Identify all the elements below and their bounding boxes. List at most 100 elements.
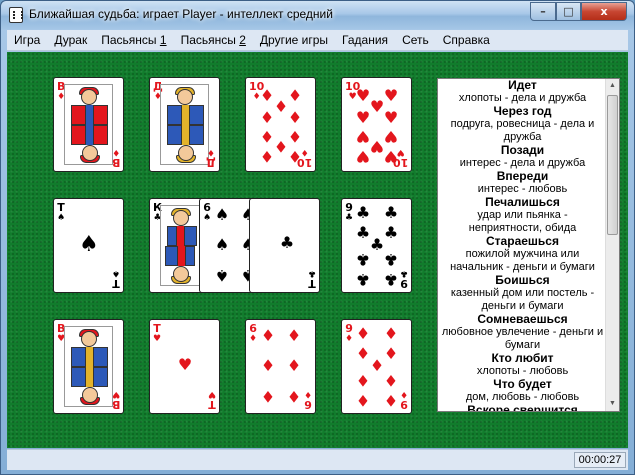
window-title: Ближайшая судьба: играет Player - интелл…: [29, 7, 333, 21]
scroll-thumb[interactable]: [607, 95, 618, 235]
menu-solitaires-1[interactable]: Пасьянсы 1: [94, 33, 173, 47]
game-timer: 00:00:27: [574, 452, 626, 468]
diamond-icon: ♦: [259, 147, 275, 166]
app-window: Ближайшая судьба: играет Player - интелл…: [0, 0, 635, 475]
card-ace-of-spades[interactable]: Т ♠ ♠ Т ♠: [53, 198, 124, 293]
jack-of-hearts-icon: [64, 326, 113, 407]
diamond-icon: ♦: [287, 108, 303, 127]
heart-icon: ♥: [355, 108, 371, 127]
card-corner: 9 ♣: [345, 201, 354, 223]
heart-icon: ♥: [355, 147, 371, 166]
spade-icon: ♠: [214, 235, 230, 254]
diamond-icon: ♦: [355, 371, 371, 390]
card-corner: 6 ♦: [303, 389, 312, 411]
card-ten-of-hearts[interactable]: 10 ♥ ♥ ♥ ♥ ♥ ♥ ♥ ♥ ♥ ♥ ♥ 10 ♥: [341, 77, 412, 172]
card-corner: В ♥: [111, 389, 120, 411]
reading-heading: Стараешься: [486, 234, 559, 248]
club-icon: ♣: [383, 270, 399, 289]
card-jack-of-hearts[interactable]: В ♥ В ♥: [53, 319, 124, 414]
menu-solitaires-2[interactable]: Пасьянсы 2: [174, 33, 253, 47]
reading-heading: Что будет: [493, 377, 552, 391]
menu-fortune-telling[interactable]: Гадания: [335, 33, 395, 47]
reading-heading: Через год: [493, 104, 552, 118]
card-corner: 9 ♣: [399, 268, 408, 290]
reading-text: удар или пьянка - неприятности, обида: [468, 209, 577, 234]
club-icon: ♣: [279, 233, 295, 252]
card-nine-of-clubs[interactable]: 9 ♣ ♣ ♣ ♣ ♣ ♣ ♣ ♣ ♣ ♣ 9 ♣: [341, 198, 412, 293]
club-icon: ♣: [383, 223, 399, 242]
diamond-icon: ♦: [286, 326, 302, 345]
card-queen-of-diamonds[interactable]: Д ♦ Д ♦: [149, 77, 220, 172]
reading-heading: Кто любит: [491, 351, 554, 365]
diamond-icon: ♦: [260, 326, 276, 345]
reading-heading: Печалишься: [485, 195, 560, 209]
card-ten-of-diamonds[interactable]: 10 ♦ ♦ ♦ ♦ ♦ ♦ ♦ ♦ ♦ ♦ ♦ 10 ♦: [245, 77, 316, 172]
diamond-icon: ♦: [287, 86, 303, 105]
card-nine-of-diamonds[interactable]: 9 ♦ ♦ ♦ ♦ ♦ ♦ ♦ ♦ ♦ ♦ 9 ♦: [341, 319, 412, 414]
reading-list: Идет хлопоты - дела и дружба Через год п…: [438, 78, 607, 412]
club-icon: ♣: [383, 203, 399, 222]
reading-heading: Сомневаешься: [477, 312, 568, 326]
reading-panel[interactable]: Идет хлопоты - дела и дружба Через год п…: [437, 78, 620, 412]
spade-icon: ♠: [79, 232, 99, 257]
club-icon: ♣: [355, 203, 371, 222]
jack-of-diamonds-icon: [64, 84, 113, 165]
card-corner: Т ♥: [153, 322, 162, 344]
diamond-icon: ♦: [286, 387, 302, 406]
card-ace-of-hearts[interactable]: Т ♥ ♥ Т ♥: [149, 319, 220, 414]
spade-icon: ♠: [214, 205, 230, 224]
green-table: В ♦ В ♦ Д ♦ Д ♦ 10 ♦ ♦ ♦ ♦ ♦ ♦ ♦ ♦ ♦ ♦ ♦…: [7, 52, 628, 448]
menu-solitaires-2-number: 2: [239, 33, 246, 47]
menu-help[interactable]: Справка: [436, 33, 497, 47]
cards-app-icon[interactable]: [9, 7, 23, 23]
card-jack-of-diamonds[interactable]: В ♦ В ♦: [53, 77, 124, 172]
menu-game-label: Игра: [14, 33, 41, 47]
card-corner: 6♠: [203, 201, 212, 223]
reading-text: подруга, ровесница - дела и дружба: [450, 118, 595, 143]
heart-icon: ♥: [383, 127, 399, 146]
menu-solitaires-1-label: Пасьянсы: [101, 33, 157, 47]
reading-heading: Идет: [508, 78, 537, 92]
menu-help-label: Справка: [442, 33, 490, 47]
close-button[interactable]: x: [581, 2, 627, 21]
card-ace-of-clubs[interactable]: ♣ Т ♣: [249, 198, 320, 293]
diamond-icon: ♦: [383, 324, 399, 343]
king-of-clubs-icon: [160, 205, 200, 286]
diamond-icon: ♦: [260, 387, 276, 406]
club-icon: ♣: [355, 270, 371, 289]
reading-heading: Вскоре свершится: [467, 403, 578, 412]
menu-network-label: Сеть: [402, 33, 429, 47]
reading-scrollbar[interactable]: ▲ ▼: [605, 79, 619, 411]
heart-icon: ♥: [177, 355, 193, 374]
menu-network[interactable]: Сеть: [395, 33, 436, 47]
diamond-icon: ♦: [355, 391, 371, 410]
spade-icon: ♠: [214, 266, 230, 285]
diamond-icon: ♦: [355, 324, 371, 343]
menu-other-games-label: Другие игры: [259, 33, 329, 47]
title-bar[interactable]: Ближайшая судьба: играет Player - интелл…: [1, 1, 634, 29]
scroll-down-arrow-icon[interactable]: ▼: [606, 397, 619, 411]
menu-durak[interactable]: Дурак: [47, 33, 94, 47]
scroll-up-arrow-icon[interactable]: ▲: [606, 79, 619, 93]
card-six-of-diamonds[interactable]: 6 ♦ ♦ ♦ ♦ ♦ ♦ ♦ 6 ♦: [245, 319, 316, 414]
minimize-button[interactable]: –: [530, 2, 556, 21]
club-icon: ♣: [383, 250, 399, 269]
card-corner: Т ♣: [307, 268, 316, 290]
diamond-icon: ♦: [260, 356, 276, 375]
menu-solitaires-1-number: 1: [159, 33, 167, 47]
diamond-icon: ♦: [286, 356, 302, 375]
diamond-icon: ♦: [287, 127, 303, 146]
maximize-button[interactable]: □: [556, 2, 581, 21]
diamond-icon: ♦: [383, 344, 399, 363]
card-corner: 10 ♦: [296, 147, 312, 169]
diamond-icon: ♦: [259, 108, 275, 127]
menu-solitaires-2-label: Пасьянсы: [180, 33, 236, 47]
card-corner: Т ♠: [57, 201, 66, 223]
menu-game[interactable]: Игра: [7, 33, 47, 47]
reading-text: пожилой мужчина или начальник - деньги и…: [450, 248, 595, 273]
menu-other-games[interactable]: Другие игры: [253, 33, 335, 47]
reading-heading: Позади: [500, 143, 545, 157]
heart-icon: ♥: [383, 86, 399, 105]
menu-durak-label: Дурак: [54, 33, 88, 47]
reading-heading: Боишься: [495, 273, 550, 287]
